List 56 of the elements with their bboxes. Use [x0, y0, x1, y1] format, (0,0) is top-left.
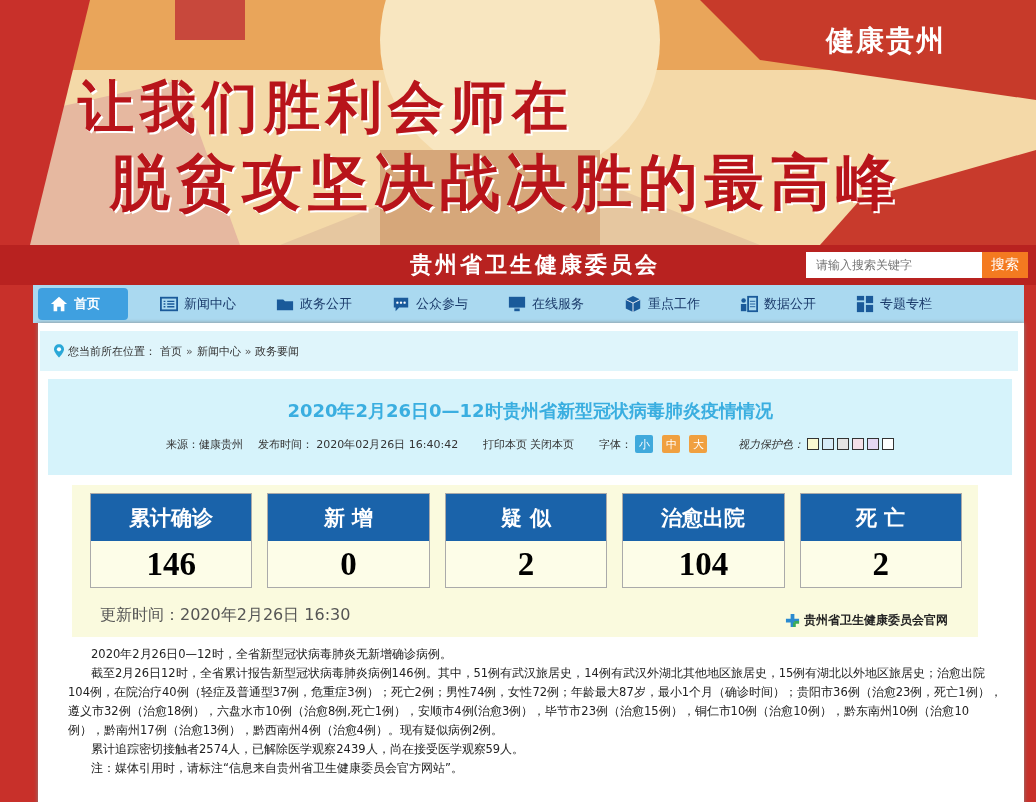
stat-value: 2 — [445, 541, 607, 587]
stat-value: 0 — [268, 541, 429, 587]
article-paragraph: 截至2月26日12时，全省累计报告新型冠状病毒肺炎病例146例。其中，51例有武汉旅居史，14例有武汉外湖北其他地区旅居史，15例有湖北以外地区旅居史；治愈出院104例，在院治疗40例（轻症及普通型37例，危重症3例）；死亡2例；男性74例，女性72例；年龄最大87岁，最小1个月（确诊时间）；贵阳市36例（治愈23例，死亡1例），遵义市32例（治愈18例），六盘水市10例（治愈8例,死亡1例），安顺市4例(治愈3例），毕节市23例（治愈15例），铜仁市10例（治愈10例），黔东南州10例（治愈10例），黔南州17例（治愈13例），黔西南州4例（治愈4例）。现有疑似病例2例。 — [68, 665, 1003, 739]
breadcrumb-separator: » — [244, 344, 252, 358]
font-size-label: 字体： — [599, 436, 633, 452]
nav-tab[interactable]: 在线服务 — [496, 288, 596, 320]
print-link[interactable]: 打印本页 — [483, 436, 528, 452]
breadcrumb-link[interactable]: 首页 — [160, 343, 182, 359]
stat-label: 新 增 — [268, 494, 429, 541]
nav-tab[interactable]: 数据公开 — [728, 288, 828, 320]
cube-icon — [624, 295, 642, 313]
official-site-label: 贵州省卫生健康委员会官网 — [804, 612, 948, 629]
stat-value: 2 — [800, 541, 962, 587]
article-title: 2020年2月26日0—12时贵州省新型冠状病毒肺炎疫情情况 — [287, 399, 773, 423]
color-swatch[interactable] — [852, 438, 865, 450]
color-swatch[interactable] — [882, 438, 895, 450]
breadcrumb-link[interactable]: 新闻中心 — [196, 343, 241, 359]
grid-icon — [856, 295, 874, 313]
breadcrumb-separator: » — [186, 344, 193, 358]
article-paragraph: 累计追踪密切接触者2574人，已解除医学观察2439人，尚在接受医学观察59人。 — [90, 741, 526, 758]
nav-tab[interactable]: 公众参与 — [380, 288, 480, 320]
nav-tab[interactable]: 专题专栏 — [844, 288, 944, 320]
breadcrumb-label: 您当前所在位置： — [68, 343, 156, 359]
publish-time: 发布时间： 2020年02月26日 16:40:42 — [257, 436, 459, 452]
article-source: 来源：健康贵州 — [165, 436, 243, 452]
article-paragraph: 2020年2月26日0—12时，全省新型冠状病毒肺炎无新增确诊病例。 — [90, 646, 453, 663]
stat-label: 累计确诊 — [91, 494, 252, 541]
color-swatch[interactable] — [867, 438, 880, 450]
article-paragraph: 注：媒体引用时，请标注“信息来自贵州省卫生健康委员会官方网站”。 — [90, 760, 464, 777]
nav-tab[interactable]: 新闻中心 — [148, 288, 248, 320]
breadcrumb-link[interactable]: 政务要闻 — [255, 343, 300, 359]
close-link[interactable]: 关闭本页 — [530, 436, 575, 452]
chat-icon — [392, 295, 410, 313]
cross-logo-icon — [785, 613, 800, 628]
home-icon — [50, 295, 68, 313]
update-time: 更新时间：2020年2月26日 16:30 — [100, 605, 351, 626]
location-pin-icon — [54, 344, 64, 358]
banner-slogan: 脱贫攻坚决战决胜的最高峰 — [110, 146, 902, 219]
monitor-icon — [508, 295, 526, 313]
color-swatch[interactable] — [837, 438, 850, 450]
person-list-icon — [740, 295, 758, 313]
color-swatch[interactable] — [807, 438, 820, 450]
banner-tagline: 健康贵州 — [826, 23, 946, 59]
color-swatch[interactable] — [822, 438, 835, 450]
stat-value: 146 — [91, 541, 252, 587]
stat-label: 死 亡 — [800, 494, 962, 541]
nav-tab[interactable]: 重点工作 — [612, 288, 712, 320]
site-title: 贵州省卫生健康委员会 — [410, 250, 660, 279]
banner-slogan: 让我们胜利会师在 — [78, 72, 575, 141]
search-field[interactable]: 请输入搜索关键字 — [806, 252, 982, 278]
eye-care-label: 视力保护色： — [738, 436, 805, 452]
list-icon — [160, 295, 178, 313]
nav-tab[interactable]: 政务公开 — [264, 288, 364, 320]
stat-label: 治愈出院 — [623, 494, 784, 541]
stat-value: 104 — [623, 541, 784, 587]
stat-label: 疑 似 — [445, 494, 607, 541]
